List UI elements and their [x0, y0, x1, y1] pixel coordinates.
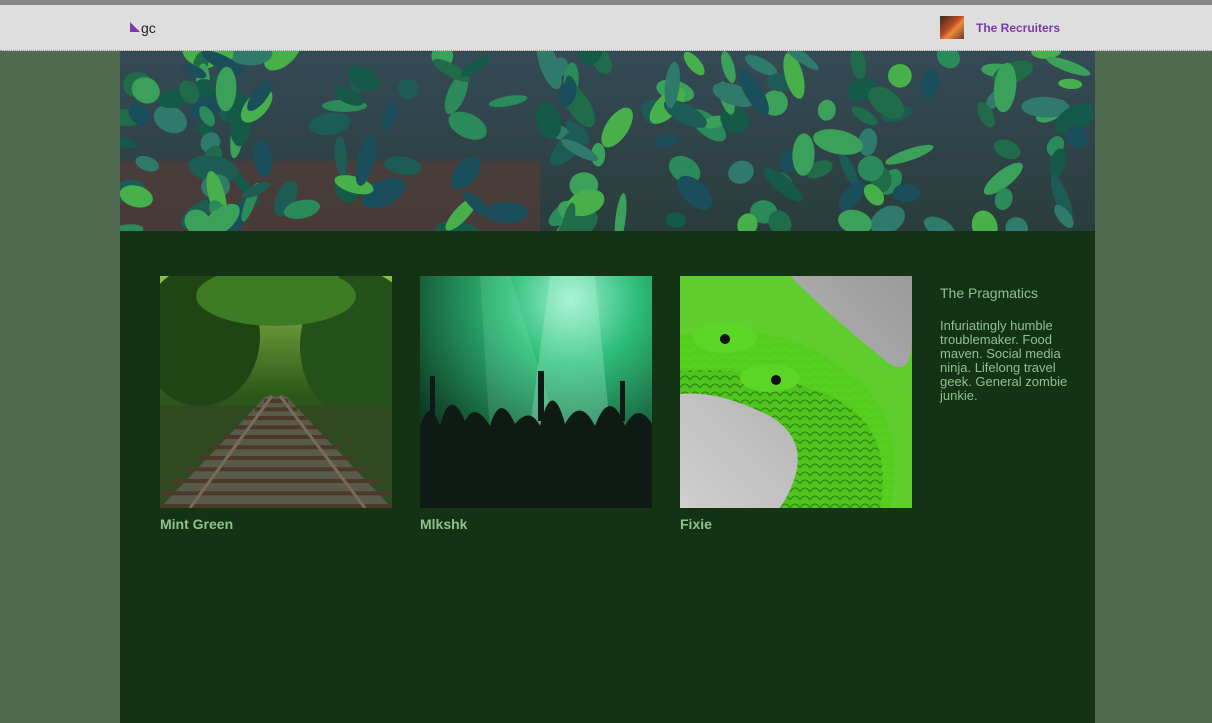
logo-text: gc — [141, 20, 156, 36]
main-content: Mint Green Mlkshk Fixie The Pragmatics I… — [120, 51, 1095, 723]
concert-crowd-image[interactable] — [420, 276, 652, 508]
sidebar: The Pragmatics Infuriatingly humble trou… — [940, 285, 1070, 403]
card-fixie: Fixie — [680, 276, 912, 532]
logo-triangle-icon — [130, 22, 140, 32]
avatar — [940, 16, 964, 39]
logo-link[interactable]: gc — [130, 19, 156, 37]
card-mlkshk: Mlkshk — [420, 276, 652, 532]
card-title[interactable]: Mint Green — [160, 516, 392, 532]
hero-ivy-banner-image — [120, 51, 1095, 231]
card-title[interactable]: Fixie — [680, 516, 912, 532]
card-title[interactable]: Mlkshk — [420, 516, 652, 532]
card-mint-green: Mint Green — [160, 276, 392, 532]
user-profile-link[interactable]: The Recruiters — [940, 16, 1060, 39]
green-snakes-image[interactable] — [680, 276, 912, 508]
sidebar-title: The Pragmatics — [940, 285, 1039, 301]
sidebar-bio: Infuriatingly humble troublemaker. Food … — [940, 318, 1068, 403]
navbar: gc The Recruiters — [0, 5, 1212, 51]
railway-track-image[interactable] — [160, 276, 392, 508]
user-name: The Recruiters — [976, 20, 1061, 35]
